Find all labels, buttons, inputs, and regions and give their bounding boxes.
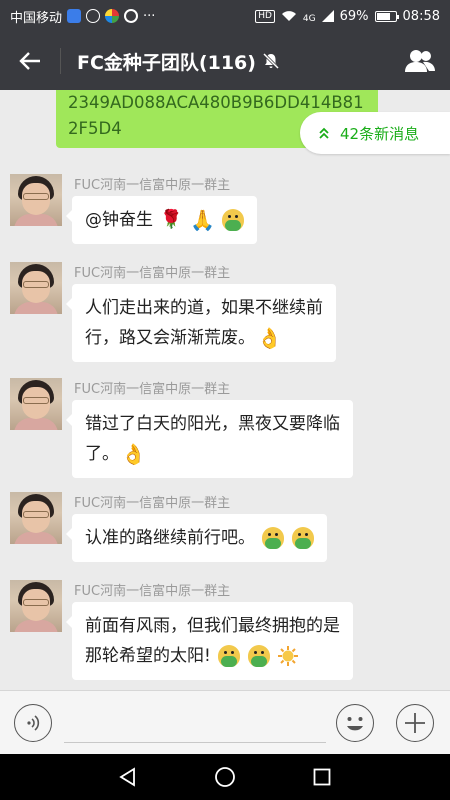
message-bubble[interactable]: @钟奋生 🌹 🙏 xyxy=(66,196,257,244)
group-members-button[interactable] xyxy=(390,32,450,90)
status-bar: 中国移动 ··· HD 4G 69% 08:58 xyxy=(0,0,450,32)
carrier-label: 中国移动 xyxy=(10,10,63,26)
message-bubble[interactable]: 认准的路继续前行吧。 xyxy=(66,514,327,562)
divider xyxy=(60,48,61,74)
app-notification-icon xyxy=(124,9,139,23)
sender-name: FUC河南一信富中原一群主 xyxy=(74,584,231,599)
voice-input-button[interactable] xyxy=(14,704,52,742)
more-notifications-icon: ··· xyxy=(143,8,156,24)
pig-face-emoji-icon xyxy=(247,645,270,667)
square-recents-icon xyxy=(313,768,331,786)
message-text-line: 前面有风雨，但我们最终拥抱的是 xyxy=(85,616,340,636)
nav-recents-button[interactable] xyxy=(302,757,342,797)
ok-hand-emoji-icon: 👌 xyxy=(257,326,282,350)
sender-name: FUC河南一信富中原一群主 xyxy=(74,382,231,397)
message-text-line: 错过了白天的阳光，黑夜又要降临 xyxy=(85,414,340,434)
network-type: 4G xyxy=(302,14,316,24)
rose-emoji-icon: 🌹 xyxy=(160,209,183,230)
message-input-bar xyxy=(0,690,450,754)
pig-face-emoji-icon xyxy=(221,209,244,231)
chat-header: FC金种子团队(116) xyxy=(0,32,450,90)
pig-face-emoji-icon xyxy=(291,527,314,549)
avatar[interactable] xyxy=(10,378,62,430)
wifi-icon xyxy=(281,11,296,21)
clock: 08:58 xyxy=(402,8,440,24)
more-functions-button[interactable] xyxy=(396,704,434,742)
sender-name: FUC河南一信富中原一群主 xyxy=(74,266,231,281)
app-notification-icon xyxy=(105,9,120,23)
pig-face-emoji-icon xyxy=(262,527,285,549)
avatar[interactable] xyxy=(10,174,62,226)
double-chevron-up-icon xyxy=(319,127,329,139)
message-text-line: 行，路又会渐渐荒废。 xyxy=(85,328,255,348)
shield-icon xyxy=(86,9,101,23)
bell-off-icon xyxy=(262,52,280,70)
nav-home-button[interactable] xyxy=(205,757,245,797)
message-text: @钟奋生 xyxy=(85,210,153,230)
message-text-input[interactable] xyxy=(64,703,326,743)
message-bubble[interactable]: 人们走出来的道，如果不继续前 行，路又会渐渐荒废。 👌 xyxy=(66,284,336,362)
message-text-line: 那轮希望的太阳! xyxy=(85,646,211,666)
message-list[interactable]: 2349AD088ACA480B9B6DD414B812F5D4 42条新消息 … xyxy=(0,90,450,690)
plus-icon xyxy=(405,713,425,733)
pig-face-emoji-icon xyxy=(218,645,241,667)
voice-icon xyxy=(27,715,40,731)
back-button[interactable] xyxy=(0,32,60,90)
message-text-line: 了。 xyxy=(85,444,119,464)
system-nav-bar xyxy=(0,754,450,800)
new-messages-label: 42条新消息 xyxy=(340,124,420,143)
signal-icon xyxy=(321,10,334,22)
emoji-button[interactable] xyxy=(336,704,374,742)
avatar[interactable] xyxy=(10,262,62,314)
message-text-line: 人们走出来的道，如果不继续前 xyxy=(85,298,323,318)
chat-title: FC金种子团队(116) xyxy=(77,48,280,75)
sender-name: FUC河南一信富中原一群主 xyxy=(74,496,231,511)
smiley-icon xyxy=(347,717,363,731)
app-notification-icon xyxy=(67,9,82,23)
sender-name: FUC河南一信富中原一群主 xyxy=(74,178,231,193)
nav-back-button[interactable] xyxy=(108,757,148,797)
group-name: FC金种子团队(116) xyxy=(77,51,256,74)
avatar[interactable] xyxy=(10,580,62,632)
circle-home-icon xyxy=(215,767,235,787)
message-bubble[interactable]: 错过了白天的阳光，黑夜又要降临 了。 👌 xyxy=(66,400,353,478)
avatar[interactable] xyxy=(10,492,62,544)
ok-hand-emoji-icon: 👌 xyxy=(121,442,146,466)
hd-badge: HD xyxy=(255,9,275,23)
battery-percent: 69% xyxy=(339,8,369,24)
triangle-back-icon xyxy=(119,767,136,787)
new-messages-button[interactable]: 42条新消息 xyxy=(300,112,450,154)
battery-icon xyxy=(374,10,399,22)
fist-emoji-icon: 🙏 xyxy=(190,208,216,232)
arrow-left-icon xyxy=(19,52,40,70)
message-text: 认准的路继续前行吧。 xyxy=(85,528,255,548)
message-bubble[interactable]: 前面有风雨，但我们最终拥抱的是 那轮希望的太阳! xyxy=(66,602,353,680)
sun-emoji-icon xyxy=(278,646,299,666)
group-icon xyxy=(405,50,435,72)
